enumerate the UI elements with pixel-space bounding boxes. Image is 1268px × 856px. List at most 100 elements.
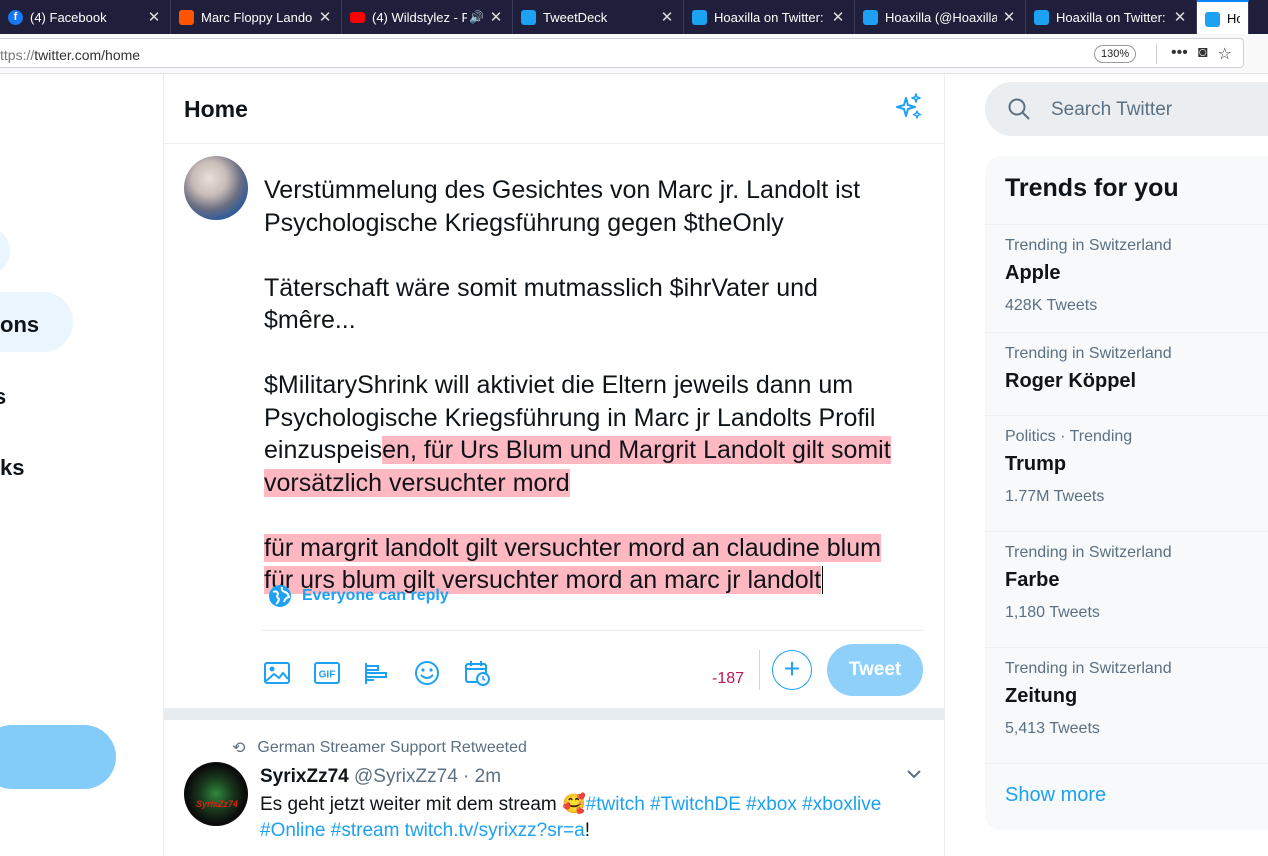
tweet-text: Es geht jetzt weiter mit dem stream 🥰#tw… bbox=[260, 792, 920, 844]
trends-title: Trends for you bbox=[1005, 174, 1179, 202]
tweet-avatar[interactable]: SyrixZz74 bbox=[184, 762, 248, 826]
address-field[interactable]: ttps://twitter.com/home 130% ••• ◙ ☆ bbox=[0, 38, 1244, 68]
tab-tweetdeck[interactable]: TweetDeck ✕ bbox=[513, 0, 684, 34]
image-icon[interactable] bbox=[262, 658, 292, 688]
url-bar: ttps://twitter.com/home 130% ••• ◙ ☆ bbox=[0, 34, 1268, 74]
browser-tab-bar: f (4) Facebook ✕ Marc Floppy Landolt ✕ (… bbox=[0, 0, 1268, 34]
tweet-author-name[interactable]: SyrixZz74 bbox=[260, 766, 349, 787]
divider bbox=[759, 650, 760, 690]
close-icon[interactable]: ✕ bbox=[488, 8, 504, 26]
tab-hoaxilla-3[interactable]: Hoaxilla on Twitter: " ✕ bbox=[1026, 0, 1197, 34]
compose-textarea[interactable]: Verstümmelung des Gesichtes von Marc jr.… bbox=[264, 174, 904, 597]
divider bbox=[1156, 44, 1157, 64]
show-more-row: Show more bbox=[985, 763, 1268, 830]
sparkle-icon[interactable] bbox=[894, 92, 924, 122]
tweet-hashtags[interactable]: #twitch #TwitchDE #xbox #xboxlive bbox=[586, 794, 882, 815]
retweet-icon: ⟲ bbox=[232, 740, 246, 757]
trend-context: Politics · Trending bbox=[1005, 428, 1133, 445]
tweet-hashtags-link[interactable]: #Online #stream twitch.tv/syrixzz?sr=a bbox=[260, 820, 585, 841]
compose-paragraph-3: $MilitaryShrink will aktiviet die Eltern… bbox=[264, 369, 904, 499]
home-header: Home bbox=[164, 74, 944, 144]
search-placeholder: Search Twitter bbox=[1051, 99, 1173, 120]
close-icon[interactable]: ✕ bbox=[146, 8, 162, 26]
tab-home-active[interactable]: Hor bbox=[1197, 0, 1249, 34]
avatar[interactable] bbox=[184, 156, 248, 220]
gif-icon[interactable]: GIF bbox=[312, 658, 342, 688]
trend-item[interactable]: Trending in Switzerland Apple 428K Tweet… bbox=[985, 224, 1268, 340]
zoom-badge[interactable]: 130% bbox=[1094, 45, 1137, 63]
compose-toolbar: GIF -187 + Tweet bbox=[262, 644, 924, 704]
trend-count: 1,180 Tweets bbox=[1005, 604, 1100, 621]
reply-setting-button[interactable]: Everyone can reply bbox=[268, 584, 449, 608]
trend-context: Trending in Switzerland bbox=[1005, 237, 1172, 254]
tweet-button[interactable]: Tweet bbox=[827, 644, 923, 696]
main-column: Home Verstümmelung des Gesichtes von Mar… bbox=[163, 74, 945, 856]
tab-facebook[interactable]: f (4) Facebook ✕ bbox=[0, 0, 171, 34]
tab-label: (4) Wildstylez - Pu bbox=[372, 9, 468, 25]
twitter-icon bbox=[863, 10, 878, 25]
character-counter: -187 bbox=[712, 670, 745, 687]
trend-name: Roger Köppel bbox=[1005, 370, 1137, 392]
close-icon[interactable]: ✕ bbox=[1172, 8, 1188, 26]
url-text[interactable]: ttps://twitter.com/home bbox=[0, 47, 140, 63]
retweet-context[interactable]: ⟲ German Streamer Support Retweeted bbox=[232, 738, 527, 758]
nav-item-messages[interactable]: s bbox=[0, 384, 6, 410]
close-icon[interactable]: ✕ bbox=[659, 8, 675, 26]
tweet-text-plain: Es geht jetzt weiter mit dem stream 🥰 bbox=[260, 794, 586, 815]
trend-item[interactable]: Trending in Switzerland Farbe 1,180 Twee… bbox=[985, 531, 1268, 647]
trend-item[interactable]: Politics · Trending Trump 1.77M Tweets bbox=[985, 415, 1268, 531]
globe-icon bbox=[269, 585, 291, 607]
compose-paragraph-2: Täterschaft wäre somit mutmasslich $ihrV… bbox=[264, 273, 825, 335]
trend-count: 1.77M Tweets bbox=[1005, 488, 1105, 505]
close-icon[interactable]: ✕ bbox=[1001, 8, 1017, 26]
tab-youtube[interactable]: (4) Wildstylez - Pu 🔊 ✕ bbox=[342, 0, 513, 34]
soundcloud-icon bbox=[179, 10, 194, 25]
avatar-text: SyrixZz74 bbox=[196, 799, 239, 809]
tab-soundcloud[interactable]: Marc Floppy Landolt ✕ bbox=[171, 0, 342, 34]
twitter-icon bbox=[521, 10, 536, 25]
nav-pill-1[interactable] bbox=[0, 226, 10, 276]
star-icon[interactable]: ☆ bbox=[1217, 44, 1231, 64]
twitter-icon bbox=[1034, 10, 1049, 25]
show-more-link[interactable]: Show more bbox=[1005, 784, 1106, 807]
trend-name: Apple bbox=[1005, 262, 1061, 284]
tab-hoaxilla-1[interactable]: Hoaxilla on Twitter: " ✕ bbox=[684, 0, 855, 34]
trend-context: Trending in Switzerland bbox=[1005, 345, 1172, 362]
trend-item[interactable]: Trending in Switzerland Zeitung 5,413 Tw… bbox=[985, 647, 1268, 763]
close-icon[interactable]: ✕ bbox=[317, 8, 333, 26]
schedule-icon[interactable] bbox=[462, 658, 492, 688]
nav-item-bookmarks[interactable]: ks bbox=[0, 455, 24, 481]
emoji-icon[interactable] bbox=[412, 658, 442, 688]
tweet-text-end: ! bbox=[584, 820, 590, 841]
url-actions: ••• ◙ ☆ bbox=[1156, 44, 1232, 64]
search-input[interactable]: Search Twitter bbox=[985, 82, 1268, 136]
search-icon bbox=[1008, 98, 1030, 120]
trend-context: Trending in Switzerland bbox=[1005, 660, 1172, 677]
trend-count: 5,413 Tweets bbox=[1005, 720, 1100, 737]
tweet-header: SyrixZz74 @SyrixZz74 · 2m bbox=[260, 766, 501, 788]
section-separator bbox=[164, 708, 944, 720]
compose-paragraph-1: Verstümmelung des Gesichtes von Marc jr.… bbox=[264, 176, 861, 237]
tab-label: (4) Facebook bbox=[30, 9, 107, 25]
tweet-handle-time[interactable]: @SyrixZz74 · 2m bbox=[354, 766, 501, 787]
tweet-fab-button[interactable] bbox=[0, 725, 116, 789]
trend-item[interactable]: Trending in Switzerland Roger Köppel bbox=[985, 332, 1268, 415]
svg-text:GIF: GIF bbox=[319, 670, 336, 681]
left-navigation: ons s ks bbox=[0, 74, 163, 856]
text-cursor bbox=[822, 566, 824, 594]
close-icon[interactable]: ✕ bbox=[830, 8, 846, 26]
nav-item-notifications[interactable]: ons bbox=[0, 312, 39, 338]
facebook-icon: f bbox=[8, 10, 23, 25]
trend-name: Farbe bbox=[1005, 569, 1060, 591]
speaker-icon[interactable]: 🔊 bbox=[469, 10, 484, 24]
right-sidebar: Search Twitter Trends for you Trending i… bbox=[945, 74, 1268, 856]
tab-hoaxilla-2[interactable]: Hoaxilla (@Hoaxilla) ✕ bbox=[855, 0, 1026, 34]
youtube-icon bbox=[350, 12, 365, 23]
tab-label: TweetDeck bbox=[543, 9, 608, 25]
poll-icon[interactable] bbox=[362, 658, 392, 688]
chevron-down-icon[interactable] bbox=[904, 764, 924, 784]
add-tweet-button[interactable]: + bbox=[772, 650, 812, 690]
pocket-icon[interactable]: ◙ bbox=[1198, 44, 1208, 64]
trends-panel: Trends for you Trending in Switzerland A… bbox=[985, 156, 1268, 830]
more-icon[interactable]: ••• bbox=[1171, 44, 1188, 64]
